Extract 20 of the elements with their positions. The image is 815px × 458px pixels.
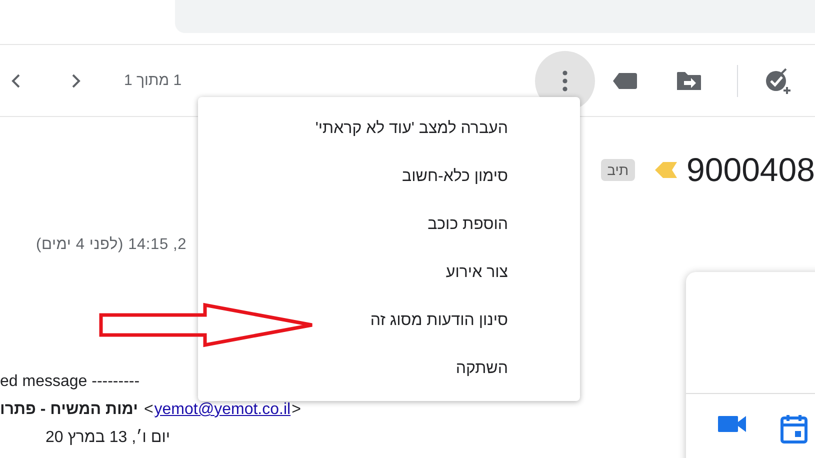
menu-item[interactable]: צור אירוע — [198, 249, 580, 297]
bracket-text: > — [292, 401, 301, 419]
bracket-text: < — [144, 401, 154, 419]
menu-item[interactable]: השתקה — [198, 345, 580, 393]
importance-marker-icon[interactable] — [654, 162, 677, 178]
menu-item[interactable]: העברה למצב 'עוד לא קראתי' — [198, 105, 580, 153]
more-vert-icon — [562, 70, 568, 92]
video-camera-icon[interactable] — [718, 414, 748, 434]
sent-date: יום ו׳, 13 במרץ 20 — [46, 429, 170, 447]
calendar-icon[interactable] — [780, 414, 808, 444]
forwarded-header: ed message --------- — [0, 373, 140, 391]
subject-title: 9000408 — [686, 151, 815, 189]
menu-item[interactable]: סימון כלא-חשוב — [198, 153, 580, 201]
page-count: 1 מתוך 1 — [124, 72, 182, 89]
sender-name: ימות המשיח - פתרו — [0, 401, 138, 419]
message-date: 2, 14:15 (לפני 4 ימים) — [36, 236, 187, 255]
menu-item[interactable]: הוספת כוכב — [198, 201, 580, 249]
sender-email-link[interactable]: yemot@yemot.co.il — [154, 401, 291, 419]
menu-item[interactable]: סינון הודעות מסוג זה — [198, 297, 580, 345]
inbox-label[interactable]: תיב — [601, 159, 635, 181]
